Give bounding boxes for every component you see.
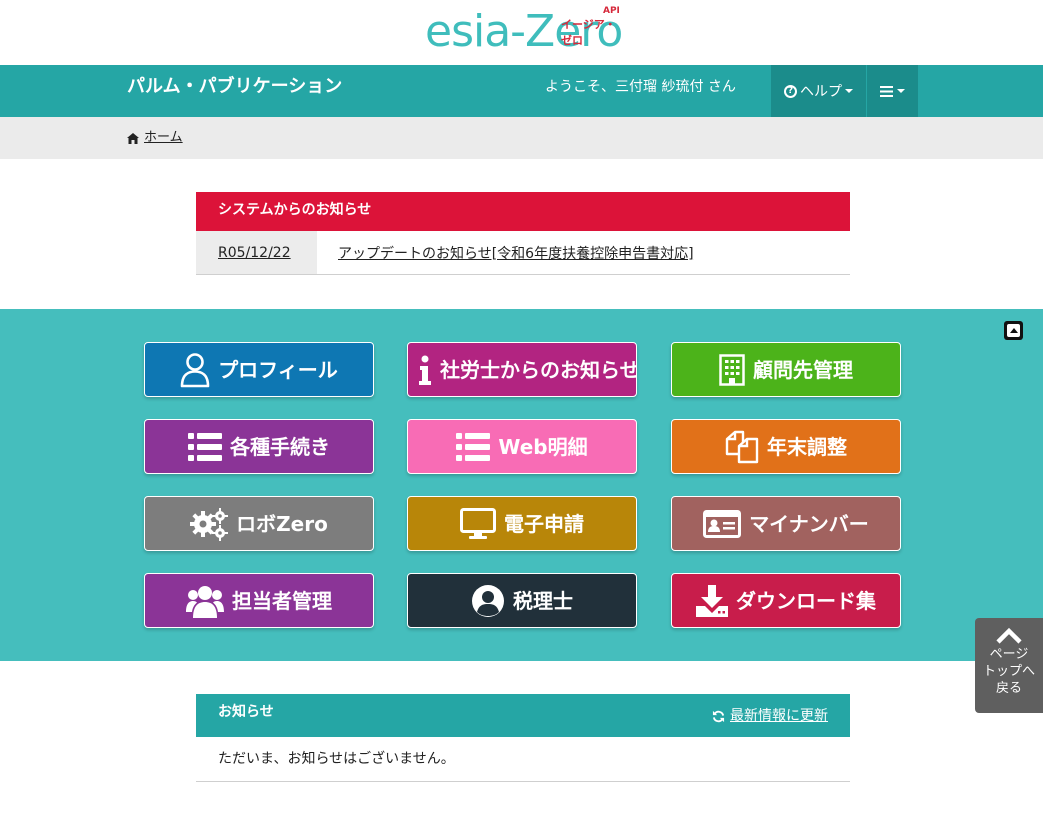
tile-label: 顧問先管理 (753, 357, 853, 382)
user-circle-icon (471, 584, 505, 618)
news-title: お知らせ (218, 704, 274, 720)
news-heading-bar: お知らせ 最新情報に更新 (196, 694, 850, 737)
download-icon (696, 584, 728, 617)
caret-down-icon (897, 89, 905, 93)
info-icon (418, 355, 432, 385)
tile-list-button[interactable]: Web明細 (407, 419, 637, 474)
tile-label: 年末調整 (767, 434, 847, 459)
system-notice-heading: システムからのお知らせ (196, 192, 850, 231)
back-to-top-line3: 戻る (995, 681, 1022, 696)
back-to-top-line2: トップへ (982, 664, 1035, 679)
users-icon (186, 584, 224, 618)
question-circle-icon: ? (784, 84, 797, 98)
breadcrumb-home-link[interactable]: ホーム (144, 117, 183, 159)
tile-user-button[interactable]: プロフィール (144, 342, 374, 397)
tile-label: プロフィール (218, 357, 338, 382)
tile-download-button[interactable]: ダウンロード集 (671, 573, 901, 628)
menu-tile-area: プロフィール 社労士からのお知らせ 顧問先管理各種手続き Web明細 年末調整ロボZer… (0, 309, 1043, 661)
logo-sub-text: イージア・ゼロ (561, 18, 616, 47)
list-icon (456, 432, 491, 461)
tile-monitor-button[interactable]: 電子申請 (407, 496, 637, 551)
hamburger-icon (880, 85, 893, 97)
system-notice-title-link[interactable]: アップデートのお知らせ[令和6年度扶養控除申告書対応] (317, 231, 850, 274)
system-notice-date[interactable]: R05/12/22 (196, 231, 317, 274)
navbar: パルム・パブリケーション ようこそ、三付瑠 紗琉付 さん ? ヘルプ (0, 65, 1043, 117)
welcome-message: ようこそ、三付瑠 紗琉付 さん (545, 79, 736, 95)
help-label: ヘルプ (800, 84, 842, 100)
copy-icon (725, 430, 759, 464)
tile-label: 各種手続き (230, 434, 330, 459)
collapse-up-icon[interactable] (1004, 321, 1023, 340)
company-name[interactable]: パルム・パブリケーション (127, 65, 342, 109)
logo-api-text: API (603, 6, 620, 16)
news-empty-message: ただいま、お知らせはございません。 (196, 737, 850, 782)
tile-copy-button[interactable]: 年末調整 (671, 419, 901, 474)
home-icon (127, 132, 139, 144)
refresh-news-label: 最新情報に更新 (730, 708, 828, 724)
gears-icon (190, 507, 229, 541)
building-icon (719, 353, 745, 386)
tile-label: Web明細 (498, 434, 588, 459)
tile-label: ダウンロード集 (736, 588, 876, 613)
chevron-up-icon (996, 627, 1022, 644)
tile-label: 担当者管理 (232, 588, 332, 613)
refresh-news-link[interactable]: 最新情報に更新 (712, 694, 828, 738)
user-icon (180, 352, 210, 388)
list-icon (188, 432, 222, 461)
tile-user-circle-button[interactable]: 税理士 (407, 573, 637, 628)
monitor-icon (460, 507, 496, 540)
esia-zero-logo[interactable]: esia-Zero イージア・ゼロ API (425, 6, 625, 58)
tile-label: 社労士からのお知らせ (440, 357, 637, 382)
tile-label: 税理士 (513, 588, 573, 613)
news-panel: お知らせ 最新情報に更新 ただいま、お知らせはございません。 (196, 694, 850, 782)
breadcrumb: ホーム (0, 117, 1043, 159)
back-to-top-line1: ページ (989, 647, 1029, 662)
tile-label: マイナンバー (749, 511, 869, 536)
tile-gears-button[interactable]: ロボZero (144, 496, 374, 551)
tile-users-button[interactable]: 担当者管理 (144, 573, 374, 628)
back-to-top-button[interactable]: ページ トップへ 戻る (975, 618, 1043, 713)
system-notice-panel: システムからのお知らせ R05/12/22 アップデートのお知らせ[令和6年度扶… (196, 192, 850, 275)
logo-area: esia-Zero イージア・ゼロ API (0, 0, 1043, 65)
help-dropdown-button[interactable]: ? ヘルプ (771, 65, 866, 117)
caret-down-icon (845, 89, 853, 93)
main-menu-button[interactable] (867, 65, 918, 117)
tile-list-button[interactable]: 各種手続き (144, 419, 374, 474)
tile-label: ロボZero (236, 511, 328, 536)
tile-id-card-button[interactable]: マイナンバー (671, 496, 901, 551)
system-notice-row[interactable]: R05/12/22 アップデートのお知らせ[令和6年度扶養控除申告書対応] (196, 231, 850, 275)
refresh-icon (712, 710, 725, 722)
tile-info-button[interactable]: 社労士からのお知らせ (407, 342, 637, 397)
id-card-icon (703, 509, 742, 538)
tile-building-button[interactable]: 顧問先管理 (671, 342, 901, 397)
tile-label: 電子申請 (504, 511, 584, 536)
